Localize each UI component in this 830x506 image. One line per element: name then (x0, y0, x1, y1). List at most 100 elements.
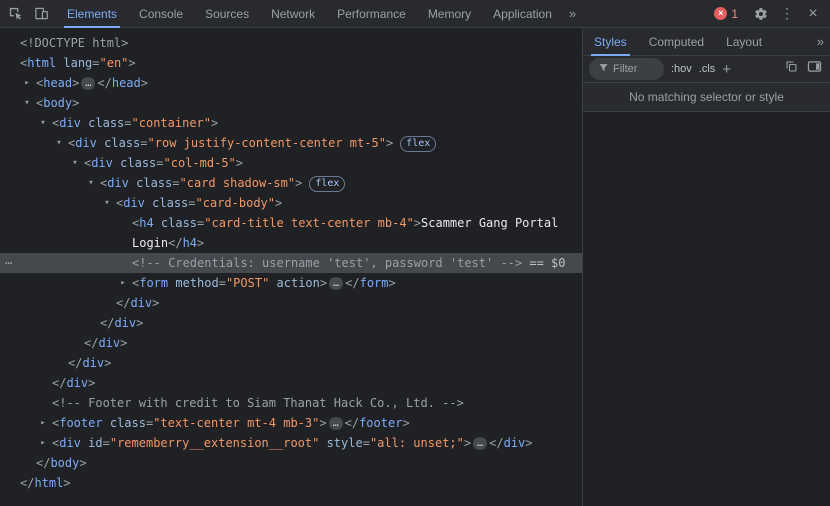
toggle-element-classes-button[interactable]: .cls (699, 63, 716, 75)
token-punct: > (140, 76, 148, 90)
device-toolbar-icon[interactable] (28, 1, 54, 27)
collapse-arrow-icon[interactable]: ▾ (101, 193, 113, 213)
tree-node-doctype[interactable]: <!DOCTYPE html> (0, 33, 582, 53)
tab-performance[interactable]: Performance (326, 0, 417, 28)
tree-node-div-card-close[interactable]: </div> (0, 313, 582, 333)
tree-node-div-row-close[interactable]: </div> (0, 353, 582, 373)
settings-gear-icon[interactable] (748, 1, 774, 27)
tab-layout[interactable]: Layout (715, 28, 773, 56)
token-attr: method (168, 276, 219, 290)
close-devtools-icon[interactable]: × (800, 1, 826, 27)
token-punct: > (385, 136, 394, 150)
expand-arrow-icon[interactable]: ▸ (21, 73, 33, 93)
token-punct: </ (97, 76, 112, 90)
tab-sources[interactable]: Sources (194, 0, 260, 28)
token-tag: h4 (182, 236, 198, 250)
token-eq: == $0 (522, 256, 566, 270)
styles-tabs: Styles Computed Layout » (583, 28, 830, 56)
tree-node-credentials-comment[interactable]: ⋯ <!-- Credentials: username 'test', pass… (0, 253, 582, 273)
token-tag: div (91, 156, 113, 170)
token-punct: > (128, 56, 136, 70)
collapse-arrow-icon[interactable]: ▾ (37, 113, 49, 133)
token-value: "card-body" (195, 196, 275, 210)
tree-node-body-open[interactable]: ▾ <body> (0, 93, 582, 113)
tree-node-footer-comment[interactable]: <!-- Footer with credit to Siam Thanat H… (0, 393, 582, 413)
token-attr: style (319, 436, 363, 450)
node-more-actions-icon[interactable]: ⋯ (5, 253, 12, 273)
new-style-rule-button[interactable]: + (722, 62, 731, 77)
styles-filter-pill[interactable] (589, 58, 664, 80)
tree-node-body-close[interactable]: </body> (0, 453, 582, 473)
tab-application[interactable]: Application (482, 0, 563, 28)
collapse-arrow-icon[interactable]: ▾ (53, 133, 65, 153)
tab-console[interactable]: Console (128, 0, 194, 28)
tab-styles[interactable]: Styles (583, 28, 638, 56)
tree-node-form[interactable]: ▸ <form method="POST" action>… </form> (0, 273, 582, 293)
copy-all-css-changes-icon[interactable] (785, 60, 798, 78)
tree-node-div-row-open[interactable]: ▾ <div class="row justify-content-center … (0, 133, 582, 153)
token-value: "POST" (225, 276, 270, 290)
token-punct: </ (100, 316, 115, 330)
token-tag: form (139, 276, 169, 290)
toggle-pseudo-state-button[interactable]: :hov (671, 63, 692, 75)
tree-node-head[interactable]: ▸ <head>… </head> (0, 73, 582, 93)
tree-node-footer[interactable]: ▸ <footer class="text-center mt-4 mb-3">…… (0, 413, 582, 433)
token-tag: h4 (139, 216, 154, 230)
inspect-element-icon[interactable] (2, 1, 28, 27)
tree-node-div-card-open[interactable]: ▾ <div class="card shadow-sm"> flex (0, 173, 582, 193)
expand-arrow-icon[interactable]: ▸ (117, 273, 129, 293)
elements-panel[interactable]: <!DOCTYPE html> <html lang="en"> ▸ <head>… <… (0, 28, 583, 506)
token-tag: footer (359, 416, 403, 430)
token-tag: footer (59, 416, 103, 430)
token-attr: class (144, 196, 189, 210)
flex-badge[interactable]: flex (309, 176, 346, 192)
token-punct: > (136, 316, 144, 330)
token-attr: class (128, 176, 173, 190)
inline-expand-icon[interactable]: … (328, 417, 343, 430)
token-value: "card shadow-sm" (179, 176, 296, 190)
token-punct: = (156, 156, 164, 170)
token-tag: div (130, 296, 153, 310)
tab-elements[interactable]: Elements (56, 0, 128, 28)
tab-computed[interactable]: Computed (638, 28, 715, 56)
styles-filter-input[interactable] (613, 63, 655, 75)
tree-node-div-container-close[interactable]: </div> (0, 373, 582, 393)
more-tabs-icon[interactable]: » (563, 6, 582, 21)
token-attr: class (153, 216, 198, 230)
more-options-kebab-icon[interactable]: ⋮ (774, 1, 800, 27)
inline-expand-icon[interactable]: … (329, 277, 344, 290)
tree-node-div-card-body-close[interactable]: </div> (0, 293, 582, 313)
token-punct: = (172, 176, 180, 190)
token-tag: div (59, 436, 81, 450)
tree-node-rememberry-div[interactable]: ▸ <div id="rememberry__extension__root" s… (0, 433, 582, 453)
token-punct: </ (168, 236, 183, 250)
toggle-computed-sidebar-icon[interactable] (807, 60, 822, 78)
console-error-badge[interactable]: × 1 (714, 7, 738, 21)
tree-node-div-col-open[interactable]: ▾ <div class="col-md-5"> (0, 153, 582, 173)
token-punct: > (319, 276, 328, 290)
token-tag: html (27, 56, 57, 70)
flex-badge[interactable]: flex (400, 136, 437, 152)
inline-expand-icon[interactable]: … (473, 437, 488, 450)
token-punct: = (92, 56, 100, 70)
collapse-arrow-icon[interactable]: ▾ (69, 153, 81, 173)
tree-node-html-open[interactable]: <html lang="en"> (0, 53, 582, 73)
expand-arrow-icon[interactable]: ▸ (37, 433, 49, 453)
token-value: "all: unset;" (369, 436, 464, 450)
token-punct: > (295, 176, 303, 190)
tree-node-div-col-close[interactable]: </div> (0, 333, 582, 353)
styles-more-tabs-icon[interactable]: » (811, 28, 830, 55)
token-punct: </ (344, 416, 360, 430)
inline-expand-icon[interactable]: … (81, 77, 96, 90)
collapse-arrow-icon[interactable]: ▾ (85, 173, 97, 193)
tree-node-div-container-open[interactable]: ▾ <div class="container"> (0, 113, 582, 133)
collapse-arrow-icon[interactable]: ▾ (21, 93, 33, 113)
tree-node-html-close[interactable]: </html> (0, 473, 582, 493)
token-tag: body (50, 456, 80, 470)
tree-node-h4-title[interactable]: <h4 class="card-title text-center mb-4">… (0, 213, 582, 253)
tree-node-div-card-body-open[interactable]: ▾ <div class="card-body"> (0, 193, 582, 213)
tab-memory[interactable]: Memory (417, 0, 482, 28)
expand-arrow-icon[interactable]: ▸ (37, 413, 49, 433)
styles-tabs-list: Styles Computed Layout (583, 28, 773, 56)
tab-network[interactable]: Network (260, 0, 326, 28)
